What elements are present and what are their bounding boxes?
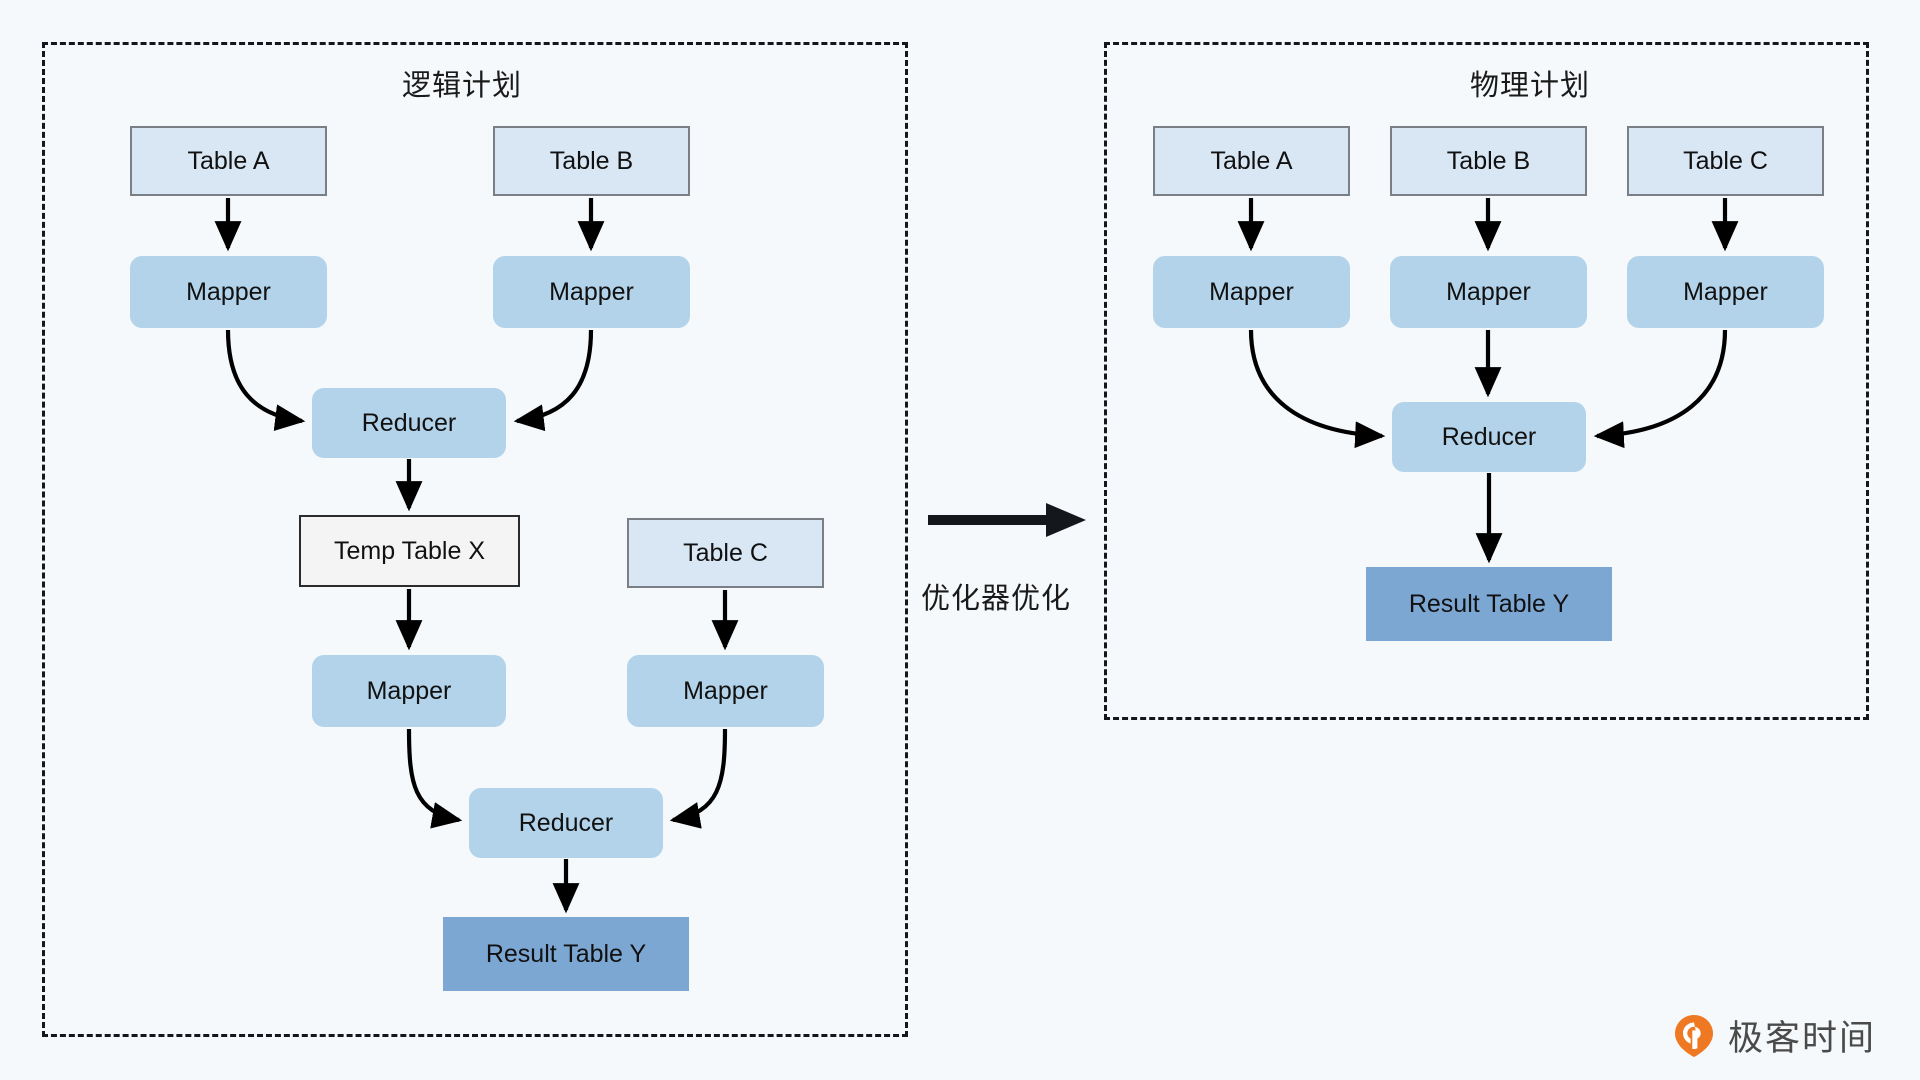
transform-label: 优化器优化 xyxy=(921,583,1072,615)
node-logical-table-b[interactable]: Table B xyxy=(493,126,690,196)
physical-plan-title: 物理计划 xyxy=(1470,70,1591,102)
node-label: Reducer xyxy=(518,808,614,837)
node-logical-mapper-1[interactable]: Mapper xyxy=(130,256,327,328)
node-label: Result Table Y xyxy=(485,939,647,968)
node-label: Table B xyxy=(549,146,634,175)
node-physical-reducer[interactable]: Reducer xyxy=(1392,402,1586,472)
node-label: Mapper xyxy=(366,676,452,705)
node-physical-mapper-3[interactable]: Mapper xyxy=(1627,256,1824,328)
node-logical-temp-table-x[interactable]: Temp Table X xyxy=(299,515,520,587)
node-label: Mapper xyxy=(683,676,768,705)
node-physical-result-table-y[interactable]: Result Table Y xyxy=(1366,567,1612,641)
node-physical-table-a[interactable]: Table A xyxy=(1153,126,1350,196)
node-logical-table-a[interactable]: Table A xyxy=(130,126,327,196)
node-logical-mapper-4[interactable]: Mapper xyxy=(627,655,824,727)
node-label: Mapper xyxy=(1209,277,1294,306)
brand-watermark: 极客时间 xyxy=(1672,1010,1876,1061)
node-label: Reducer xyxy=(361,408,457,437)
node-logical-mapper-3[interactable]: Mapper xyxy=(312,655,506,727)
node-logical-reducer-1[interactable]: Reducer xyxy=(312,388,506,458)
node-logical-result-table-y[interactable]: Result Table Y xyxy=(443,917,689,991)
diagram-canvas: 逻辑计划 Table A Table B Mapper Mapper Reduc… xyxy=(0,0,1920,1080)
brand-name: 极客时间 xyxy=(1728,1019,1877,1058)
node-label: Mapper xyxy=(186,277,271,306)
node-label: Result Table Y xyxy=(1408,589,1570,618)
logical-plan-title: 逻辑计划 xyxy=(402,70,523,102)
right-arrow-icon xyxy=(928,503,1086,537)
node-physical-mapper-2[interactable]: Mapper xyxy=(1390,256,1587,328)
geektime-logo-icon xyxy=(1675,1014,1713,1057)
node-physical-mapper-1[interactable]: Mapper xyxy=(1153,256,1350,328)
node-label: Mapper xyxy=(1683,277,1768,306)
node-label: Table C xyxy=(1683,146,1768,175)
node-logical-reducer-2[interactable]: Reducer xyxy=(469,788,663,858)
node-label: Mapper xyxy=(1446,277,1531,306)
node-label: Reducer xyxy=(1441,422,1537,451)
node-label: Mapper xyxy=(549,277,634,306)
node-label: Table A xyxy=(187,146,270,175)
node-label: Table B xyxy=(1446,146,1531,175)
node-logical-mapper-2[interactable]: Mapper xyxy=(493,256,690,328)
node-physical-table-c[interactable]: Table C xyxy=(1627,126,1824,196)
node-logical-table-c[interactable]: Table C xyxy=(627,518,824,588)
node-label: Temp Table X xyxy=(333,536,485,565)
node-label: Table A xyxy=(1210,146,1293,175)
node-label: Table C xyxy=(683,538,768,567)
node-physical-table-b[interactable]: Table B xyxy=(1390,126,1587,196)
